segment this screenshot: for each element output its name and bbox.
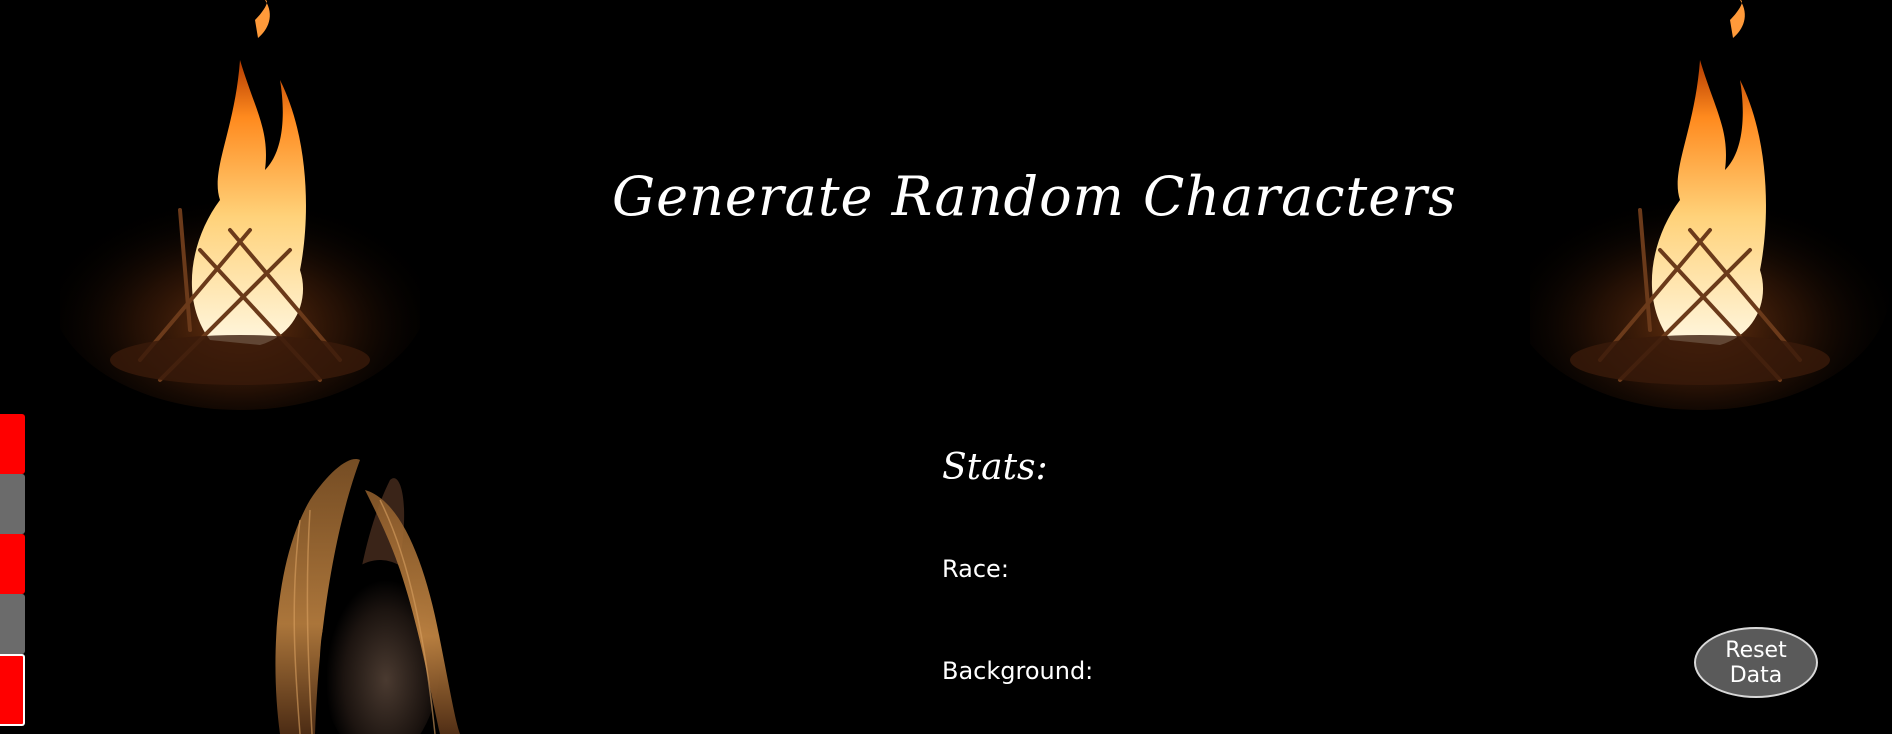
- page-background: [0, 0, 1892, 734]
- horse-portrait-image: [275, 459, 460, 734]
- side-tab-3[interactable]: [0, 534, 25, 594]
- reset-data-button[interactable]: Reset Data: [1694, 627, 1818, 698]
- stats-heading: Stats:: [942, 447, 1048, 488]
- side-tab-5[interactable]: [0, 654, 25, 726]
- page-title-container: Generate Random Characters: [612, 165, 1457, 228]
- campfire-left-image: [60, 0, 420, 410]
- side-tab-1[interactable]: [0, 414, 25, 474]
- campfire-right-image: [1530, 0, 1890, 410]
- race-label: Race:: [942, 555, 1009, 583]
- side-tab-strip: [0, 414, 26, 726]
- background-label: Background:: [942, 657, 1094, 685]
- page-title: Generate Random Characters: [612, 165, 1457, 228]
- side-tab-4[interactable]: [0, 594, 25, 654]
- side-tab-2[interactable]: [0, 474, 25, 534]
